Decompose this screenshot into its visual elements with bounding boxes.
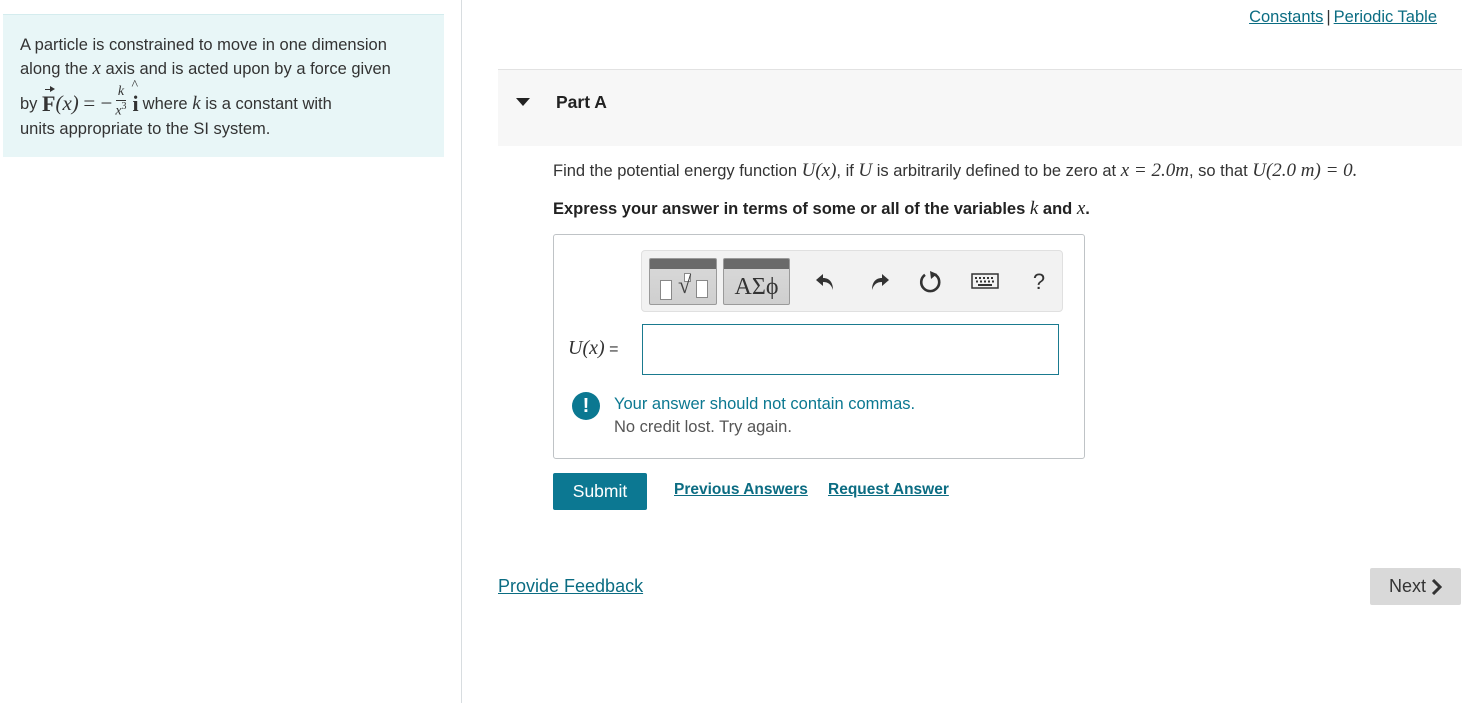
question-part: Find the potential energy function bbox=[553, 162, 797, 180]
answer-instruction: Express your answer in terms of some or … bbox=[553, 198, 1090, 220]
undo-button[interactable] bbox=[811, 267, 841, 297]
instruction-var-k: k bbox=[1029, 198, 1039, 219]
chevron-right-icon bbox=[1431, 578, 1442, 595]
answer-label-func: U(x) bbox=[568, 337, 605, 359]
reset-icon bbox=[919, 271, 941, 293]
templates-icon bbox=[660, 280, 672, 300]
reset-button[interactable] bbox=[916, 267, 946, 297]
force-argument: (x) bbox=[55, 91, 79, 116]
answer-label: U(x) = bbox=[568, 337, 618, 360]
variable-k: k bbox=[192, 93, 201, 115]
denominator-exponent: 3 bbox=[121, 101, 127, 112]
keyboard-icon bbox=[971, 273, 999, 289]
problem-text: by bbox=[20, 94, 38, 113]
problem-text: axis and is acted upon by a force given bbox=[105, 60, 391, 78]
question-math-u: U bbox=[858, 160, 873, 181]
answer-label-equals: = bbox=[609, 341, 619, 358]
answer-box: √ ΑΣϕ ? U(x) = ! Your answer should not … bbox=[553, 234, 1085, 459]
force-fraction: k x3 bbox=[115, 85, 126, 119]
radical-icon: √ bbox=[678, 273, 692, 299]
redo-icon bbox=[872, 274, 889, 290]
problem-text: is a constant with bbox=[205, 94, 332, 113]
question-math-equation: U(2.0 m) = 0. bbox=[1252, 160, 1358, 181]
instruction-part: . bbox=[1085, 200, 1090, 218]
redo-button[interactable] bbox=[864, 267, 894, 297]
next-label: Next bbox=[1388, 576, 1426, 596]
keyboard-button[interactable] bbox=[970, 267, 1000, 297]
instruction-var-x: x bbox=[1076, 198, 1086, 219]
question-part: is arbitrarily defined to be zero at bbox=[876, 162, 1117, 180]
undo-icon bbox=[816, 274, 833, 290]
problem-text: along the bbox=[20, 60, 88, 78]
instruction-part: and bbox=[1042, 200, 1073, 218]
variable-x: x bbox=[92, 58, 101, 79]
constants-link[interactable]: Constants bbox=[1249, 8, 1323, 26]
collapse-caret-icon[interactable] bbox=[516, 98, 530, 106]
problem-line-1: A particle is constrained to move in one… bbox=[20, 36, 387, 54]
feedback-submessage: No credit lost. Try again. bbox=[614, 418, 792, 436]
reference-links: Constants | Periodic Table bbox=[1249, 8, 1437, 27]
fraction-numerator: k bbox=[115, 84, 127, 101]
problem-line-2: along the x axis and is acted upon by a … bbox=[20, 59, 391, 78]
problem-statement: A particle is constrained to move in one… bbox=[3, 14, 444, 157]
problem-line-4: units appropriate to the SI system. bbox=[20, 120, 271, 138]
question-math-func: U(x) bbox=[801, 160, 837, 181]
force-vector-symbol: F bbox=[42, 85, 56, 116]
instruction-part: Express your answer in terms of some or … bbox=[553, 200, 1026, 218]
submit-button[interactable]: Submit bbox=[553, 473, 647, 510]
pane-divider bbox=[461, 0, 462, 703]
unit-vector-i: i bbox=[132, 79, 139, 115]
part-a-header[interactable]: Part A bbox=[498, 69, 1462, 146]
answer-input[interactable] bbox=[642, 324, 1059, 375]
help-icon: ? bbox=[1032, 269, 1046, 294]
help-button[interactable]: ? bbox=[1024, 267, 1054, 297]
question-part: , if bbox=[836, 162, 854, 180]
greek-symbols-icon: ΑΣϕ bbox=[734, 274, 779, 300]
greek-symbols-button[interactable]: ΑΣϕ bbox=[723, 258, 790, 305]
request-answer-link[interactable]: Request Answer bbox=[828, 481, 949, 499]
math-toolbar: √ ΑΣϕ ? bbox=[641, 250, 1063, 312]
next-button[interactable]: Next bbox=[1370, 568, 1461, 605]
question-text: Find the potential energy function U(x),… bbox=[553, 160, 1357, 182]
feedback-message: Your answer should not contain commas. bbox=[614, 395, 916, 413]
alert-icon: ! bbox=[572, 392, 600, 420]
fraction-denominator: x3 bbox=[115, 101, 126, 119]
problem-line-3: by F (x) = − k x3 i where k is a constan… bbox=[20, 79, 332, 121]
template-box-icon bbox=[696, 280, 708, 298]
link-separator: | bbox=[1326, 8, 1331, 26]
part-title: Part A bbox=[556, 92, 607, 112]
question-math-condition: x = 2.0m bbox=[1120, 160, 1189, 181]
previous-answers-link[interactable]: Previous Answers bbox=[674, 481, 808, 499]
provide-feedback-link[interactable]: Provide Feedback bbox=[498, 576, 643, 597]
periodic-table-link[interactable]: Periodic Table bbox=[1334, 8, 1437, 26]
problem-text: where bbox=[142, 94, 188, 113]
question-part: , so that bbox=[1188, 162, 1248, 180]
templates-button[interactable]: √ bbox=[649, 258, 717, 305]
equals-minus: = − bbox=[83, 91, 113, 116]
